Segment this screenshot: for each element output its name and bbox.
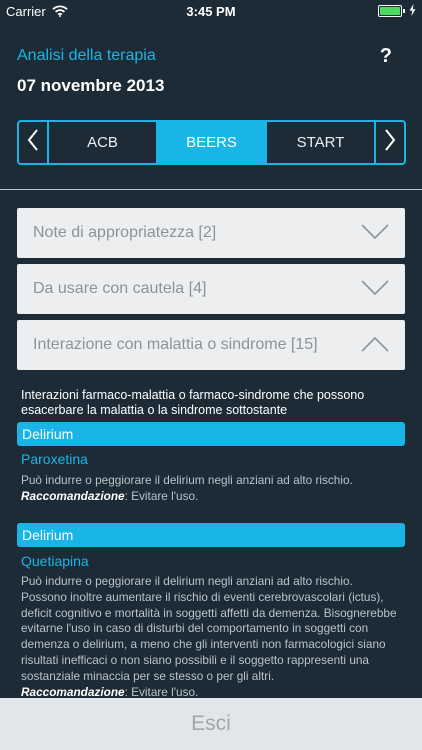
category-label: Delirium	[22, 527, 74, 543]
help-button[interactable]: ?	[380, 45, 392, 68]
drug-description: Può indurre o peggiorare il delirium neg…	[21, 473, 399, 505]
status-bar: Carrier 3:45 PM	[0, 0, 422, 22]
tab-acb[interactable]: ACB	[49, 122, 156, 163]
status-time: 3:45 PM	[186, 4, 236, 19]
drug-text: Può indurre o peggiorare il delirium neg…	[21, 473, 353, 487]
chevron-down-icon	[361, 223, 389, 246]
section-disease-interaction[interactable]: Interazione con malattia o sindrome [15]	[17, 320, 405, 370]
therapy-date: 07 novembre 2013	[17, 76, 165, 95]
category-header: Delirium	[17, 422, 405, 446]
chevron-right-icon	[384, 129, 396, 156]
charging-bolt-icon	[409, 3, 416, 21]
section-label: Da usare con cautela [4]	[33, 280, 207, 297]
drug-text: Può indurre o peggiorare il delirium neg…	[21, 574, 397, 683]
tabs-next-button[interactable]	[374, 122, 404, 163]
section-appropriateness-notes[interactable]: Note di appropriatezza [2]	[17, 208, 405, 258]
chevron-down-icon	[361, 279, 389, 302]
section-label: Note di appropriatezza [2]	[33, 224, 217, 241]
section-use-with-caution[interactable]: Da usare con cautela [4]	[17, 264, 405, 314]
header-divider	[0, 189, 422, 190]
exit-button[interactable]: Esci	[0, 698, 422, 750]
tab-beers[interactable]: BEERS	[156, 122, 265, 163]
section-label: Interazione con malattia o sindrome [15]	[33, 336, 318, 353]
category-header: Delirium	[17, 523, 405, 547]
recommendation-text: : Evitare l'uso.	[124, 684, 199, 699]
recommendation-label: Raccomandazione	[21, 684, 125, 699]
chevron-left-icon	[27, 129, 39, 156]
page-title: Analisi della terapia	[17, 47, 156, 64]
drug-name: Paroxetina	[21, 451, 88, 467]
chevron-up-icon	[361, 335, 389, 358]
section-description: Interazioni farmaco-malattia o farmaco-s…	[21, 388, 365, 417]
recommendation-text: : Evitare l'uso.	[124, 488, 199, 503]
recommendation-label: Raccomandazione	[21, 488, 125, 503]
category-label: Delirium	[22, 426, 74, 442]
drug-name: Quetiapina	[21, 553, 89, 569]
battery-icon	[378, 5, 405, 17]
criteria-tabs: ACB BEERS START	[17, 120, 406, 165]
tab-start[interactable]: START	[265, 122, 374, 163]
tabs-prev-button[interactable]	[19, 122, 49, 163]
drug-description: Può indurre o peggiorare il delirium neg…	[21, 574, 399, 700]
bottom-bar: Esci	[0, 698, 422, 750]
